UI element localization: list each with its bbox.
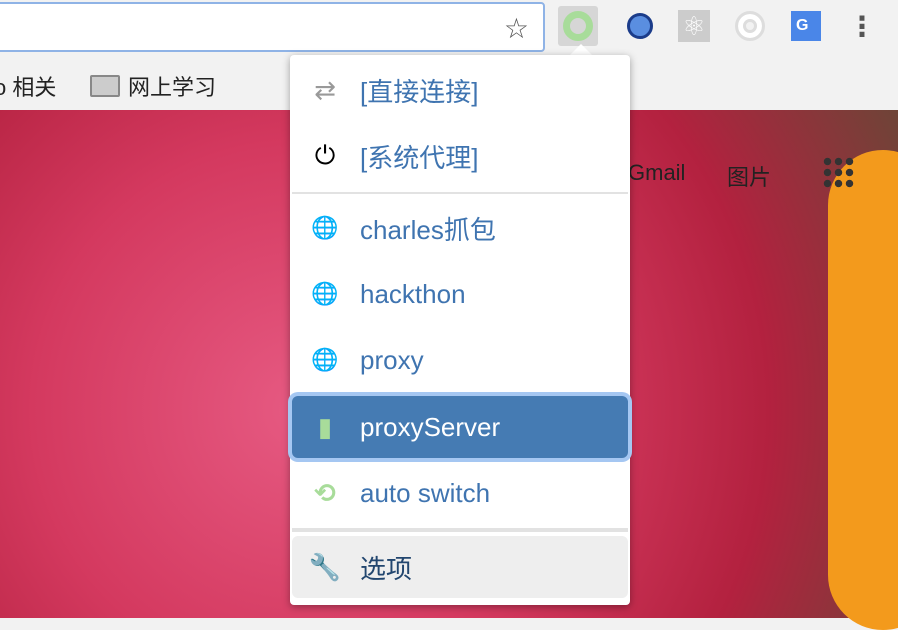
globe-icon: 🌐 [311,215,339,240]
menu-item-auto-switch[interactable]: ⟲ auto switch [292,462,628,524]
menu-item-proxy[interactable]: 🌐 proxy [292,329,628,391]
power-icon: ⏻ [314,140,336,170]
browser-toolbar: ☆ ⚛ G ⋮ [0,0,898,58]
divider [292,192,628,194]
images-link[interactable]: 图片 [727,160,771,192]
apps-grid-icon[interactable] [822,156,854,188]
target-icon[interactable] [730,6,770,46]
bookmark-item[interactable]: o 相关 [0,70,56,102]
file-icon: ▮ [317,411,333,442]
bookmark-folder[interactable]: 网上学习 [90,70,216,102]
switchyomega-icon[interactable] [558,6,598,46]
gmail-link[interactable]: Gmail [628,160,685,186]
menu-item-direct[interactable]: ⇄ [直接连接] [292,59,628,121]
google-translate-icon[interactable]: G [786,6,826,46]
folder-icon [90,75,120,97]
menu-item-system[interactable]: ⏻ [系统代理] [292,125,628,187]
menu-item-hackthon[interactable]: 🌐 hackthon [292,263,628,325]
menu-item-options[interactable]: 🔧 选项 [292,536,628,598]
proxy-switch-menu: ⇄ [直接连接] ⏻ [系统代理] 🌐 charles抓包 🌐 hackthon 🌐 pr… [290,55,630,605]
globe-icon: 🌐 [311,347,339,372]
divider [292,528,628,532]
swap-icon: ⇄ [314,74,336,105]
bookmark-label: 网上学习 [128,75,217,100]
react-icon[interactable]: ⚛ [674,6,714,46]
star-icon[interactable]: ☆ [504,12,529,45]
globe-icon: 🌐 [311,281,339,306]
more-vert-icon[interactable]: ⋮ [842,6,882,46]
bookmark-label: o 相关 [0,75,57,100]
retweet-icon: ⟲ [314,477,336,508]
menu-item-charles[interactable]: 🌐 charles抓包 [292,197,628,259]
magnifier-icon[interactable] [620,6,660,46]
menu-item-proxyserver[interactable]: ▮ proxyServer [292,396,628,458]
address-bar[interactable]: ☆ [0,2,545,52]
wrench-icon: 🔧 [308,551,342,582]
